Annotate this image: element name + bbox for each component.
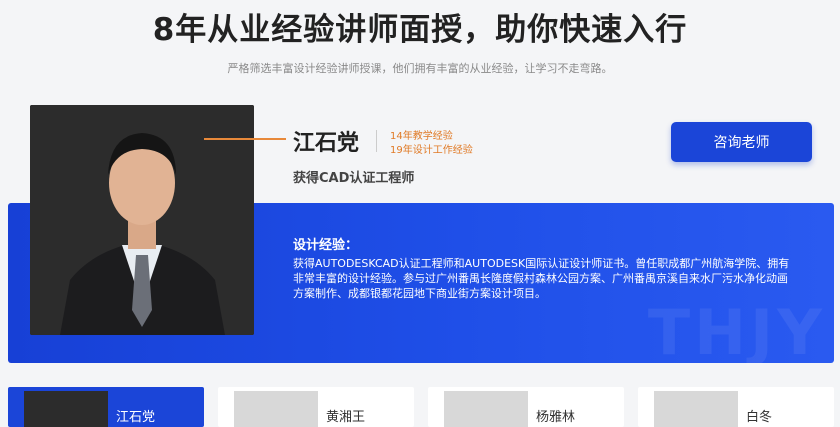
teacher-thumbnail bbox=[234, 391, 318, 427]
section-subtitle: 严格筛选丰富设计经验讲师授课，他们拥有丰富的从业经验，让学习不走弯路。 bbox=[227, 62, 613, 75]
teacher-card-name: 江石党 bbox=[116, 410, 156, 425]
teacher-card[interactable]: 江石党 bbox=[8, 387, 204, 427]
design-experience-title: 设计经验： bbox=[293, 238, 359, 253]
consult-teacher-button[interactable]: 咨询老师 bbox=[671, 122, 812, 162]
section-title: 8年从业经验讲师面授，助你快速入行 bbox=[152, 12, 688, 48]
teacher-card[interactable]: 黄湘王 bbox=[218, 387, 414, 427]
teaching-experience: 14年教学经验 bbox=[390, 131, 453, 142]
brand-watermark: THJY bbox=[647, 296, 826, 363]
teacher-card-name: 白冬 bbox=[746, 410, 773, 425]
teacher-thumbnail bbox=[444, 391, 528, 427]
teacher-thumbnail bbox=[654, 391, 738, 427]
teacher-card-list: 江石党 黄湘王 杨雅林 白冬 bbox=[8, 387, 834, 427]
connector-line bbox=[204, 138, 286, 140]
teacher-thumbnail bbox=[24, 391, 108, 427]
teacher-card[interactable]: 白冬 bbox=[638, 387, 834, 427]
name-divider bbox=[376, 130, 377, 152]
design-experience-text: 获得AUTODESKCAD认证工程师和AUTODESK国际认证设计师证书。曾任职… bbox=[293, 257, 790, 300]
teacher-name: 江石党 bbox=[293, 131, 360, 156]
teacher-card-name: 黄湘王 bbox=[326, 410, 366, 425]
teacher-card[interactable]: 杨雅林 bbox=[428, 387, 624, 427]
design-work-experience: 19年设计工作经验 bbox=[390, 145, 473, 156]
certification-title: 获得CAD认证工程师 bbox=[293, 171, 415, 186]
teacher-card-name: 杨雅林 bbox=[536, 410, 576, 425]
